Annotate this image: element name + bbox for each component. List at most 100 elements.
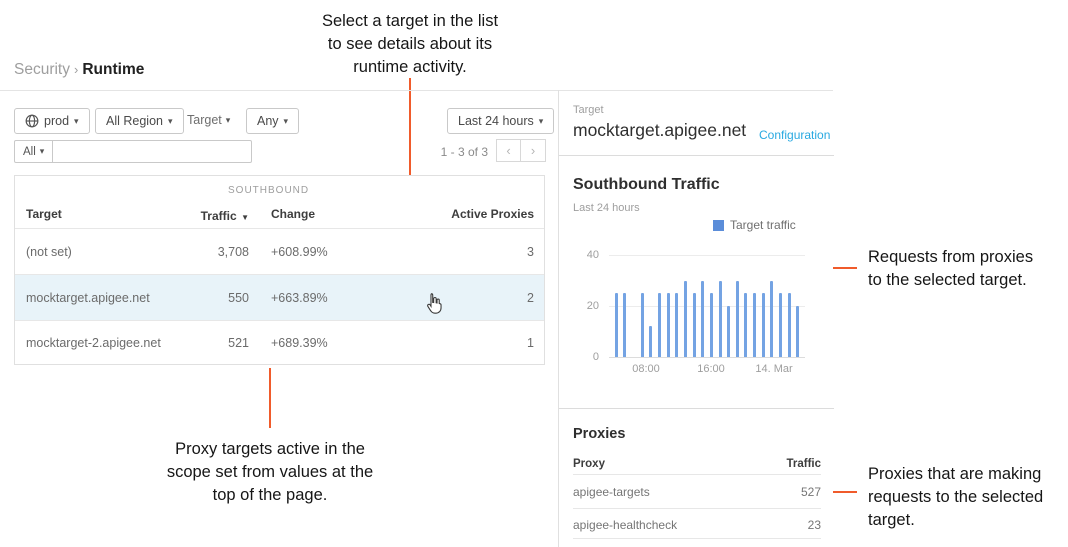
time-range-dropdown[interactable]: Last 24 hours ▾ [447, 108, 554, 134]
page-title: Runtime [82, 61, 144, 78]
proxy-row[interactable]: apigee-healthcheck 23 [559, 509, 834, 538]
chart-bar[interactable] [719, 281, 722, 358]
pagination-controls: ‹ › [496, 139, 546, 162]
legend-label: Target traffic [730, 218, 796, 232]
traffic-header-label: Traffic [201, 209, 237, 223]
proxy-row[interactable]: apigee-targets 527 [559, 475, 834, 508]
targets-table: SOUTHBOUND Target Traffic ▼ Change Activ… [14, 175, 545, 365]
row-target: mocktarget-2.apigee.net [26, 336, 161, 350]
chart-bar-slot [785, 255, 794, 357]
chart-bar-slot [612, 255, 621, 357]
chart-bar[interactable] [779, 293, 782, 357]
table-row[interactable]: (not set) 3,708 +608.99% 3 [15, 229, 544, 274]
any-dropdown[interactable]: Any ▾ [246, 108, 299, 134]
chart-bar[interactable] [796, 306, 799, 357]
chevron-down-icon: ▾ [40, 146, 45, 157]
chart-bar-slot [733, 255, 742, 357]
chart-bar-slot [690, 255, 699, 357]
configuration-link[interactable]: Configuration [759, 128, 830, 142]
time-range-label: Last 24 hours [458, 114, 534, 128]
divider [573, 538, 821, 539]
chart-bar-slot [750, 255, 759, 357]
chart-bar[interactable] [693, 293, 696, 357]
chart-bar[interactable] [753, 293, 756, 357]
region-dropdown[interactable]: All Region ▾ [95, 108, 184, 134]
chevron-down-icon: ▾ [168, 116, 173, 127]
row-active-proxies: 3 [404, 245, 534, 259]
southbound-group-header: SOUTHBOUND [228, 185, 309, 196]
search-scope-label: All [23, 146, 36, 158]
chart-bar-slot [672, 255, 681, 357]
chart-bar-slot [724, 255, 733, 357]
chart-bar[interactable] [788, 293, 791, 357]
chart-bar-slot [664, 255, 673, 357]
chart-bar[interactable] [710, 293, 713, 357]
column-header-active-proxies[interactable]: Active Proxies [404, 207, 534, 221]
breadcrumb-separator-icon: › [74, 62, 78, 77]
search-input[interactable] [53, 140, 252, 163]
environment-dropdown[interactable]: prod ▾ [14, 108, 90, 134]
table-row-selected[interactable]: mocktarget.apigee.net 550 +663.89% 2 [15, 275, 544, 320]
chart-bar[interactable] [727, 306, 730, 357]
prev-page-button[interactable]: ‹ [496, 139, 521, 162]
globe-icon [25, 114, 39, 128]
annotation-line-bottom [269, 368, 271, 428]
chart-bar-slot [707, 255, 716, 357]
column-header-target[interactable]: Target [26, 207, 62, 221]
legend-swatch-icon [713, 220, 724, 231]
chart-bar[interactable] [762, 293, 765, 357]
chart-bar-slot [647, 255, 656, 357]
proxy-column-header[interactable]: Proxy [573, 458, 605, 470]
table-row[interactable]: mocktarget-2.apigee.net 521 +689.39% 1 [15, 321, 544, 365]
annotation-select-target: Select a target in the list to see detai… [285, 10, 535, 78]
chevron-down-icon: ▾ [74, 116, 79, 127]
row-change: +689.39% [271, 336, 328, 350]
y-tick-20: 20 [573, 300, 599, 312]
target-detail-panel: Target mocktarget.apigee.net Configurati… [558, 90, 833, 547]
column-header-change[interactable]: Change [271, 207, 315, 221]
proxies-title: Proxies [573, 426, 625, 442]
row-traffic: 521 [149, 336, 249, 350]
target-filter-dropdown[interactable]: Target ▾ [187, 113, 230, 127]
divider [559, 408, 834, 409]
chart-bar[interactable] [736, 281, 739, 358]
column-header-traffic[interactable]: Traffic ▼ [149, 207, 249, 225]
row-target: mocktarget.apigee.net [26, 291, 150, 305]
chart-legend[interactable]: Target traffic [713, 218, 796, 232]
proxy-name: apigee-targets [573, 485, 650, 499]
chart-bar[interactable] [744, 293, 747, 357]
target-name: mocktarget.apigee.net [573, 120, 746, 141]
chart-bar-slot [768, 255, 777, 357]
y-tick-40: 40 [573, 249, 599, 261]
chart-bar[interactable] [649, 326, 652, 357]
search-scope-dropdown[interactable]: All ▾ [14, 140, 53, 163]
annotation-proxies-making-requests: Proxies that are making requests to the … [868, 463, 1068, 531]
row-traffic: 3,708 [149, 245, 249, 259]
breadcrumb-security[interactable]: Security [14, 61, 70, 78]
x-tick-1600: 16:00 [687, 363, 735, 375]
chart-bar[interactable] [667, 293, 670, 357]
environment-label: prod [44, 114, 69, 128]
annotation-proxy-targets: Proxy targets active in the scope set fr… [120, 438, 420, 506]
row-traffic: 550 [149, 291, 249, 305]
proxy-traffic: 527 [751, 485, 821, 499]
chart-bar[interactable] [641, 293, 644, 357]
region-label: All Region [106, 114, 163, 128]
chart-bar[interactable] [675, 293, 678, 357]
chevron-down-icon: ▾ [539, 116, 544, 127]
y-tick-0: 0 [573, 351, 599, 363]
chart-bar[interactable] [615, 293, 618, 357]
chart-bar[interactable] [684, 281, 687, 358]
chart-plot[interactable] [612, 255, 802, 357]
annotation-dash-requests [833, 267, 857, 269]
chart-bar[interactable] [770, 281, 773, 358]
chart-bar[interactable] [701, 281, 704, 358]
row-target: (not set) [26, 245, 72, 259]
x-axis-line [609, 357, 805, 358]
chart-bar[interactable] [658, 293, 661, 357]
chart-subtitle: Last 24 hours [573, 202, 640, 214]
traffic-column-header[interactable]: Traffic [751, 458, 821, 470]
next-page-button[interactable]: › [521, 139, 546, 162]
chart-bar-slot [759, 255, 768, 357]
chart-bar[interactable] [623, 293, 626, 357]
